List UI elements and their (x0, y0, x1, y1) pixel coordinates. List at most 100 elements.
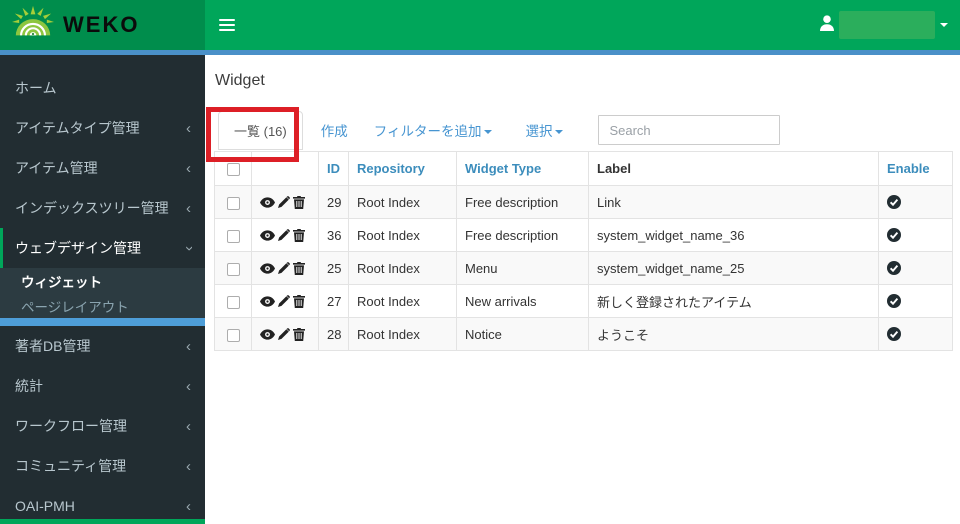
search-input[interactable] (598, 115, 781, 145)
sidebar-item-label: 著者DB管理 (15, 338, 91, 354)
table-row: 27 Root Index New arrivals 新しく登録されたアイテム (214, 284, 953, 318)
chevron-down-icon: ‹ (180, 245, 197, 251)
sidebar-item-community-mgmt[interactable]: コミュニティ管理 ‹ (0, 446, 205, 486)
delete-trash-icon[interactable] (293, 195, 305, 209)
table-row: 28 Root Index Notice ようこそ (214, 317, 953, 351)
tab-list[interactable]: 一覧 (16) (218, 110, 303, 150)
chevron-left-icon: ‹ (186, 497, 191, 515)
edit-pencil-icon[interactable] (278, 229, 290, 241)
top-navbar: WEKO (0, 0, 960, 50)
sidebar-item-authordb-mgmt[interactable]: 著者DB管理 ‹ (0, 326, 205, 366)
widget-toolbar: 一覧 (16) 作成 フィルターを追加 選択 (214, 110, 960, 150)
view-eye-icon[interactable] (260, 262, 275, 274)
enabled-check-icon (887, 327, 901, 341)
weko-logo-icon (12, 5, 54, 46)
sidebar-item-statistics[interactable]: 統計 ‹ (0, 366, 205, 406)
cell-widget-type: Free description (456, 218, 589, 252)
user-menu[interactable] (820, 11, 960, 39)
add-filter-label: フィルターを追加 (373, 124, 482, 139)
user-icon (820, 14, 834, 36)
delete-trash-icon[interactable] (293, 228, 305, 242)
delete-trash-icon[interactable] (293, 327, 305, 341)
table-header-row: ID Repository Widget Type Label Enable (214, 151, 953, 186)
table-row: 25 Root Index Menu system_widget_name_25 (214, 251, 953, 285)
row-checkbox[interactable] (226, 328, 240, 342)
navbar (205, 0, 960, 50)
row-checkbox[interactable] (226, 196, 240, 210)
sidebar-nav: ホーム アイテムタイプ管理 ‹ アイテム管理 ‹ インデックスツリー管理 ‹ ウ… (0, 55, 205, 524)
sidebar-item-home[interactable]: ホーム (0, 68, 205, 108)
caret-down-icon (940, 23, 948, 27)
cell-label: 新しく登録されたアイテム (588, 284, 879, 318)
cell-id: 36 (318, 218, 349, 252)
enabled-check-icon (887, 228, 901, 242)
edit-pencil-icon[interactable] (278, 328, 290, 340)
row-checkbox[interactable] (226, 229, 240, 243)
cell-label: Link (588, 185, 879, 219)
edit-pencil-icon[interactable] (278, 196, 290, 208)
view-eye-icon[interactable] (260, 295, 275, 307)
column-header-repository[interactable]: Repository (348, 151, 457, 186)
sidebar-item-workflow-mgmt[interactable]: ワークフロー管理 ‹ (0, 406, 205, 446)
sidebar-item-label: アイテムタイプ管理 (15, 120, 140, 136)
column-header-id[interactable]: ID (318, 151, 349, 186)
cell-repository: Root Index (348, 284, 457, 318)
column-header-label[interactable]: Label (588, 151, 879, 186)
sidebar-item-label: ウェブデザイン管理 (15, 240, 141, 256)
brand-title: WEKO (63, 12, 140, 37)
main-content: Widget 一覧 (16) 作成 フィルターを追加 選択 ID Reposit… (205, 55, 960, 524)
column-header-enable[interactable]: Enable (878, 151, 953, 186)
create-button[interactable]: 作成 (321, 120, 348, 140)
enabled-check-icon (887, 261, 901, 275)
weko-admin-window: WEKO ホーム アイテムタイプ管理 ‹ アイテム管理 ‹ インデックスツリー管… (0, 0, 960, 524)
caret-down-icon (484, 130, 493, 135)
table-row: 36 Root Index Free description system_wi… (214, 218, 953, 252)
sidebar-item-webdesign-mgmt[interactable]: ウェブデザイン管理 ‹ (0, 228, 205, 268)
logo-area[interactable]: WEKO (0, 0, 205, 50)
sidebar-item-label: 統計 (15, 378, 43, 394)
cell-label: system_widget_name_25 (588, 251, 879, 285)
chevron-left-icon: ‹ (186, 159, 191, 177)
cell-repository: Root Index (348, 218, 457, 252)
actions-column-header (251, 151, 319, 186)
sidebar-subitem-pagelayout[interactable]: ページレイアウト (0, 293, 205, 318)
delete-trash-icon[interactable] (293, 294, 305, 308)
select-dropdown[interactable]: 選択 (525, 120, 564, 140)
table-row: 29 Root Index Free description Link (214, 185, 953, 219)
cell-widget-type: New arrivals (456, 284, 589, 318)
cell-id: 27 (318, 284, 349, 318)
edit-pencil-icon[interactable] (278, 262, 290, 274)
row-checkbox[interactable] (226, 295, 240, 309)
sidebar-item-label: OAI-PMH (15, 498, 75, 514)
sidebar-subitem-label: ページレイアウト (21, 299, 129, 315)
sidebar-item-itemtype-mgmt[interactable]: アイテムタイプ管理 ‹ (0, 108, 205, 148)
sidebar-item-item-mgmt[interactable]: アイテム管理 ‹ (0, 148, 205, 188)
cell-repository: Root Index (348, 251, 457, 285)
row-checkbox[interactable] (226, 262, 240, 276)
delete-trash-icon[interactable] (293, 261, 305, 275)
view-eye-icon[interactable] (260, 229, 275, 241)
add-filter-dropdown[interactable]: フィルターを追加 (374, 120, 493, 140)
cell-widget-type: Free description (456, 185, 589, 219)
sidebar-subitem-label: ウィジェット (21, 274, 102, 290)
view-eye-icon[interactable] (260, 328, 275, 340)
sidebar-bottom-green-strip (0, 519, 205, 524)
cell-label: system_widget_name_36 (588, 218, 879, 252)
select-all-checkbox[interactable] (226, 163, 240, 177)
chevron-left-icon: ‹ (186, 377, 191, 395)
chevron-left-icon: ‹ (186, 337, 191, 355)
sidebar-submenu-webdesign: ウィジェット ページレイアウト (0, 268, 205, 318)
hamburger-menu-icon[interactable] (219, 16, 235, 34)
sidebar-subitem-widget[interactable]: ウィジェット (0, 268, 205, 293)
cell-repository: Root Index (348, 317, 457, 351)
cell-widget-type: Menu (456, 251, 589, 285)
cell-repository: Root Index (348, 185, 457, 219)
chevron-left-icon: ‹ (186, 417, 191, 435)
sidebar-item-label: アイテム管理 (15, 160, 98, 176)
enabled-check-icon (887, 294, 901, 308)
edit-pencil-icon[interactable] (278, 295, 290, 307)
view-eye-icon[interactable] (260, 196, 275, 208)
cell-id: 28 (318, 317, 349, 351)
column-header-widget-type[interactable]: Widget Type (456, 151, 589, 186)
sidebar-item-indextree-mgmt[interactable]: インデックスツリー管理 ‹ (0, 188, 205, 228)
